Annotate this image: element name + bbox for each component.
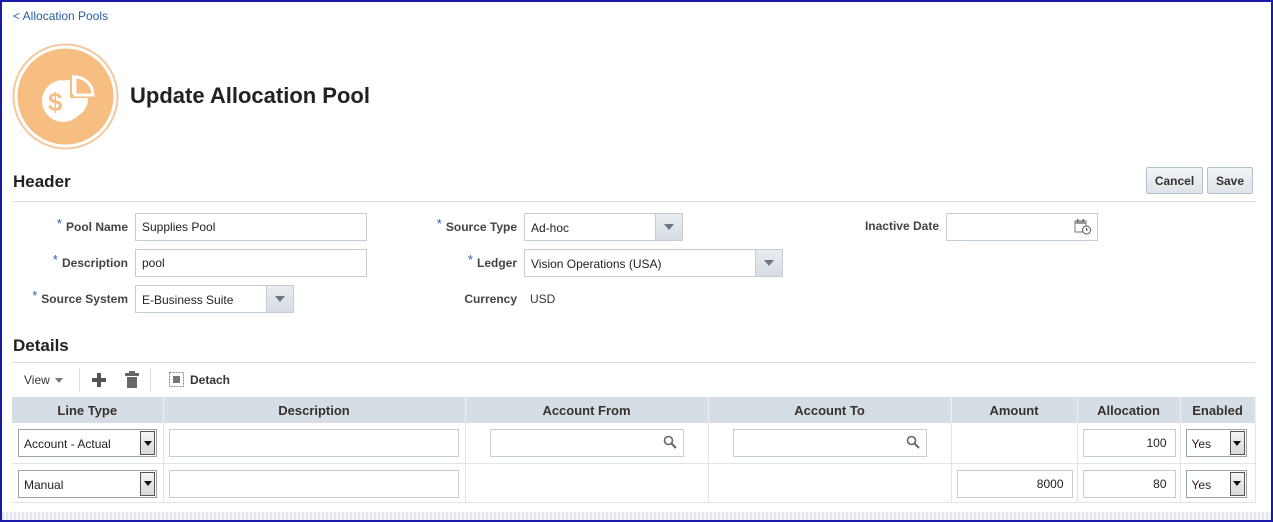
enabled-value: Yes xyxy=(1191,437,1212,451)
line-type-cell: Account - Actual xyxy=(12,423,164,464)
amount-cell: 8000 xyxy=(951,463,1078,503)
add-row-icon[interactable] xyxy=(91,372,107,388)
ledger-value: Vision Operations (USA) xyxy=(531,257,662,271)
allocation-input[interactable]: 100 xyxy=(1082,429,1176,457)
chevron-down-icon[interactable] xyxy=(655,214,682,240)
line-type-select[interactable]: Account - Actual xyxy=(18,429,157,457)
account-from-cell xyxy=(465,463,709,503)
line-type-value: Manual xyxy=(24,477,64,492)
header-section-title: Header xyxy=(13,172,71,191)
column-header-account-from[interactable]: Account From xyxy=(465,397,709,423)
pool-name-label: * Pool Name xyxy=(56,216,128,234)
save-button[interactable]: Save xyxy=(1207,167,1253,194)
allocation-input[interactable]: 80 xyxy=(1082,469,1176,498)
account-to-cell xyxy=(708,423,952,464)
source-system-value: E-Business Suite xyxy=(142,293,234,307)
details-section-title: Details xyxy=(13,336,69,355)
account-from-cell xyxy=(465,423,709,464)
bottom-scroll-strip xyxy=(2,512,1271,520)
chevron-down-icon[interactable] xyxy=(140,471,155,496)
source-system-select[interactable]: E-Business Suite xyxy=(135,285,294,313)
account-to-cell xyxy=(708,463,952,503)
pool-name-input[interactable]: Supplies Pool xyxy=(135,213,367,241)
allocation-cell: 80 xyxy=(1077,463,1181,503)
search-icon[interactable] xyxy=(663,435,677,449)
ledger-select[interactable]: Vision Operations (USA) xyxy=(524,249,783,277)
chevron-down-icon[interactable] xyxy=(1229,431,1245,455)
description-label: * Description xyxy=(52,252,128,270)
allocation-lines-table: Line Type Description Account From Accou… xyxy=(12,397,1256,503)
line-description-input[interactable] xyxy=(168,469,459,498)
chevron-down-icon[interactable] xyxy=(755,250,782,276)
required-indicator: * xyxy=(436,216,442,231)
allocation-pool-icon: $ xyxy=(12,43,119,150)
details-divider xyxy=(12,362,1255,363)
calendar-icon[interactable] xyxy=(1074,219,1092,235)
source-type-select[interactable]: Ad-hoc xyxy=(524,213,683,241)
delete-row-icon[interactable] xyxy=(125,371,139,388)
enabled-select[interactable]: Yes xyxy=(1185,469,1247,498)
line-type-select[interactable]: Manual xyxy=(18,469,157,498)
line-type-value: Account - Actual xyxy=(24,437,111,451)
description-cell xyxy=(163,423,466,464)
chevron-down-icon[interactable] xyxy=(266,286,293,312)
cancel-button[interactable]: Cancel xyxy=(1146,167,1203,194)
column-header-line-type[interactable]: Line Type xyxy=(12,397,164,423)
currency-value: USD xyxy=(530,292,556,306)
column-header-enabled[interactable]: Enabled xyxy=(1180,397,1256,423)
page-title: Update Allocation Pool xyxy=(130,83,370,108)
view-menu-label: View xyxy=(24,373,50,387)
detach-button[interactable]: Detach xyxy=(169,372,230,387)
account-from-input[interactable] xyxy=(489,429,684,457)
enabled-cell: Yes xyxy=(1180,423,1256,464)
chevron-down-icon[interactable] xyxy=(140,431,155,455)
table-row: Account - Actual 100 Yes xyxy=(12,423,1256,464)
inactive-date-label: Inactive Date xyxy=(864,219,939,233)
enabled-value: Yes xyxy=(1191,477,1212,492)
required-indicator: * xyxy=(52,252,58,267)
header-divider xyxy=(12,201,1255,202)
source-type-label: * Source Type xyxy=(436,216,517,234)
account-to-input[interactable] xyxy=(732,429,927,457)
column-header-description[interactable]: Description xyxy=(163,397,466,423)
ledger-label: * Ledger xyxy=(467,252,517,270)
required-indicator: * xyxy=(32,288,38,303)
detach-icon xyxy=(169,372,184,387)
back-link-allocation-pools[interactable]: < Allocation Pools xyxy=(13,9,108,23)
view-menu[interactable]: View xyxy=(24,373,63,387)
chevron-down-icon xyxy=(54,377,63,383)
line-type-cell: Manual xyxy=(12,463,164,503)
description-input[interactable]: pool xyxy=(135,249,367,277)
source-type-value: Ad-hoc xyxy=(531,221,570,235)
column-header-account-to[interactable]: Account To xyxy=(708,397,952,423)
currency-label: Currency xyxy=(464,292,517,306)
svg-text:$: $ xyxy=(48,87,63,117)
required-indicator: * xyxy=(56,216,62,231)
column-header-allocation[interactable]: Allocation xyxy=(1077,397,1181,423)
chevron-down-icon[interactable] xyxy=(1229,471,1245,496)
toolbar-separator xyxy=(79,368,80,392)
table-row: Manual 8000 80 Yes xyxy=(12,463,1256,503)
amount-input[interactable]: 8000 xyxy=(956,469,1073,498)
description-cell xyxy=(163,463,466,503)
amount-cell xyxy=(951,423,1078,464)
column-header-amount[interactable]: Amount xyxy=(951,397,1078,423)
allocation-cell: 100 xyxy=(1077,423,1181,464)
search-icon[interactable] xyxy=(906,435,920,449)
enabled-cell: Yes xyxy=(1180,463,1256,503)
enabled-select[interactable]: Yes xyxy=(1185,429,1247,457)
toolbar-separator xyxy=(150,368,151,392)
line-description-input[interactable] xyxy=(168,429,459,457)
detach-label: Detach xyxy=(190,372,231,387)
required-indicator: * xyxy=(467,252,473,267)
source-system-label: * Source System xyxy=(32,288,128,306)
table-header-row: Line Type Description Account From Accou… xyxy=(12,397,1256,423)
